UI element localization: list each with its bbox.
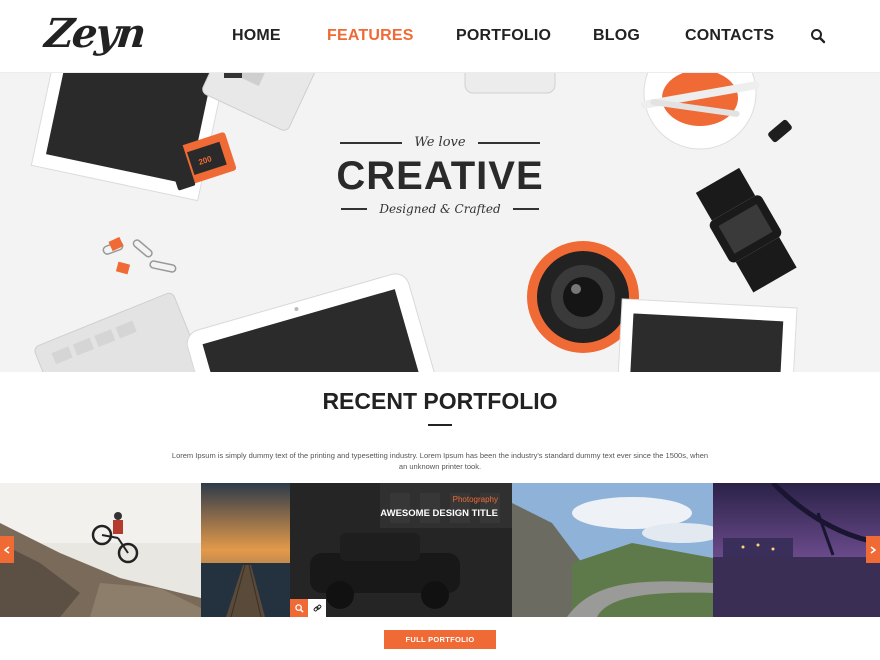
biker-photo	[0, 483, 201, 617]
hero-divider-right	[477, 141, 540, 144]
bridge-night-photo	[713, 483, 880, 617]
nav-item-features[interactable]: FEATURES	[327, 27, 414, 45]
site-header: Zeyn HOME FEATURES PORTFOLIO BLOG CONTAC…	[0, 0, 880, 73]
hero-headline: CREATIVE	[336, 154, 544, 198]
featured-title[interactable]: AWESOME DESIGN TITLE	[380, 508, 498, 519]
zoom-button[interactable]	[290, 599, 308, 617]
hero-divider-right-short	[512, 208, 539, 210]
section-title: RECENT PORTFOLIO	[322, 388, 558, 414]
nav-item-blog[interactable]: BLOG	[593, 27, 640, 45]
hero-tagline-bottom: Designed & Crafted	[290, 202, 590, 216]
mountain-road-photo	[512, 483, 713, 617]
gallery-prev-button[interactable]	[0, 536, 14, 563]
search-icon[interactable]	[810, 28, 826, 44]
featured-category[interactable]: Photography	[453, 495, 498, 504]
hero-top-text: We love	[414, 135, 466, 150]
zoom-icon	[294, 603, 304, 613]
section-title-underline	[428, 424, 452, 426]
hero-text-block: We love CREATIVE Designed & Crafted	[290, 135, 590, 216]
hero-divider-left-short	[341, 208, 368, 210]
portfolio-item-biker[interactable]	[0, 483, 201, 617]
nav-item-home[interactable]: HOME	[232, 27, 281, 45]
section-description: Lorem Ipsum is simply dummy text of the …	[171, 451, 709, 471]
portfolio-item-road[interactable]	[512, 483, 713, 617]
portfolio-item-bridge[interactable]	[713, 483, 880, 617]
portfolio-item-featured[interactable]: Photography AWESOME DESIGN TITLE	[290, 483, 512, 617]
pier-photo	[201, 483, 290, 617]
nav-item-portfolio[interactable]: PORTFOLIO	[456, 27, 551, 45]
hero-banner: 200 We love CREATIVE Designed & Crafted	[0, 73, 880, 372]
chevron-left-icon	[4, 545, 10, 554]
hero-bottom-text: Designed & Crafted	[379, 202, 501, 216]
full-portfolio-button[interactable]: FULL PORTFOLIO	[384, 630, 496, 649]
hero-divider-left	[340, 141, 403, 144]
hero-desk-illustration: 200	[30, 73, 798, 372]
portfolio-gallery: Photography AWESOME DESIGN TITLE	[0, 483, 880, 617]
nav-item-contacts[interactable]: CONTACTS	[685, 27, 774, 45]
logo[interactable]: Zeyn	[43, 10, 147, 57]
portfolio-item-pier[interactable]	[201, 483, 290, 617]
chevron-right-icon	[870, 545, 876, 554]
hero-tagline-top: We love	[290, 135, 590, 150]
gallery-next-button[interactable]	[866, 536, 880, 563]
link-button[interactable]	[308, 599, 326, 617]
link-icon	[313, 604, 321, 611]
